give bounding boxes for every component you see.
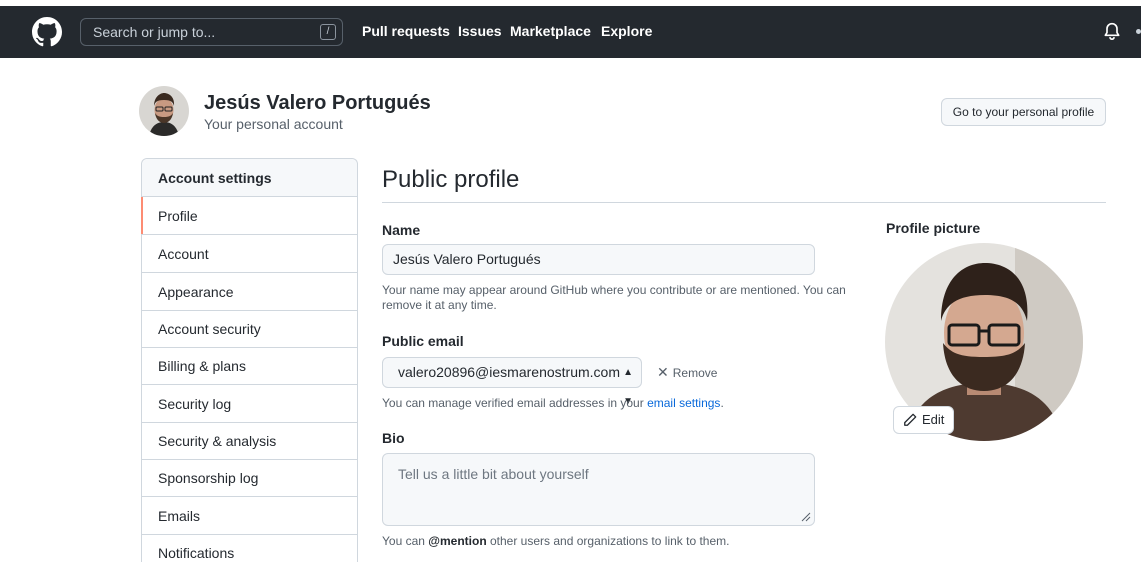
bio-label: Bio bbox=[382, 430, 405, 446]
page-title: Public profile bbox=[382, 166, 520, 193]
sidebar-item-appearance[interactable]: Appearance bbox=[142, 273, 357, 311]
sidebar-item-profile[interactable]: Profile bbox=[141, 197, 357, 235]
nav-explore[interactable]: Explore bbox=[601, 23, 652, 39]
nav-pull-requests[interactable]: Pull requests bbox=[362, 23, 450, 39]
sidebar-item-notifications[interactable]: Notifications bbox=[142, 534, 357, 562]
go-to-profile-button[interactable]: Go to your personal profile bbox=[941, 98, 1106, 126]
edit-picture-button[interactable]: Edit bbox=[893, 406, 954, 434]
edit-label: Edit bbox=[922, 412, 945, 427]
public-email-label: Public email bbox=[382, 333, 464, 349]
profile-picture-label: Profile picture bbox=[886, 220, 981, 236]
remove-label: Remove bbox=[672, 366, 718, 380]
github-logo-icon[interactable] bbox=[32, 17, 62, 47]
sidebar-item-security-log[interactable]: Security log bbox=[142, 385, 357, 423]
close-icon: ✕ bbox=[657, 364, 669, 380]
bio-placeholder: Tell us a little bit about yourself bbox=[398, 466, 589, 482]
sidebar-item-emails[interactable]: Emails bbox=[142, 497, 357, 535]
pencil-icon bbox=[904, 413, 917, 426]
remove-email-button[interactable]: ✕ Remove bbox=[657, 364, 717, 381]
public-email-select[interactable]: valero20896@iesmarenostrum.com ▲ ▼ bbox=[382, 357, 642, 407]
name-help-line-1: Your name may appear around GitHub where… bbox=[382, 283, 846, 297]
search-placeholder: Search or jump to... bbox=[93, 24, 216, 40]
title-divider bbox=[382, 202, 1106, 203]
sidebar-item-security-analysis[interactable]: Security & analysis bbox=[142, 422, 357, 460]
sidebar-item-account[interactable]: Account bbox=[142, 235, 357, 273]
sidebar-item-sponsorship-log[interactable]: Sponsorship log bbox=[142, 459, 357, 497]
nav-marketplace[interactable]: Marketplace bbox=[510, 23, 591, 39]
bio-help-text: You can @mention other users and organiz… bbox=[382, 534, 729, 549]
name-label: Name bbox=[382, 222, 421, 238]
settings-sidebar: Account settings Profile Account Appeara… bbox=[141, 158, 358, 562]
header-overflow-indicator bbox=[1136, 29, 1141, 34]
mention-keyword: @mention bbox=[428, 534, 487, 548]
user-avatar[interactable] bbox=[139, 86, 189, 136]
name-help-text: Your name may appear around GitHub where… bbox=[382, 283, 846, 313]
bell-icon[interactable] bbox=[1103, 22, 1121, 42]
public-email-value: valero20896@iesmarenostrum.com bbox=[398, 364, 620, 380]
nav-issues[interactable]: Issues bbox=[458, 23, 502, 39]
bio-textarea[interactable]: Tell us a little bit about yourself bbox=[382, 453, 815, 526]
sidebar-item-account-security[interactable]: Account security bbox=[142, 310, 357, 348]
bio-help-prefix: You can bbox=[382, 534, 425, 548]
account-name[interactable]: Jesús Valero Portugués bbox=[204, 92, 431, 115]
account-type: Your personal account bbox=[204, 116, 343, 132]
email-help-text: You can manage verified email addresses … bbox=[382, 396, 724, 411]
email-settings-link[interactable]: email settings bbox=[647, 396, 720, 410]
resize-grip-icon[interactable] bbox=[801, 512, 811, 522]
name-help-line-2: remove it at any time. bbox=[382, 298, 497, 312]
name-field[interactable]: Jesús Valero Portugués bbox=[382, 244, 815, 275]
email-help-suffix: . bbox=[720, 396, 724, 410]
global-header: Search or jump to... / Pull requests Iss… bbox=[0, 6, 1141, 58]
bio-help-suffix: other users and organizations to link to… bbox=[490, 534, 730, 548]
email-help-prefix: You can manage verified email addresses … bbox=[382, 396, 644, 410]
sidebar-item-billing[interactable]: Billing & plans bbox=[142, 347, 357, 385]
sidebar-heading: Account settings bbox=[142, 159, 357, 197]
search-input[interactable]: Search or jump to... / bbox=[80, 18, 343, 46]
search-shortcut-key: / bbox=[320, 24, 336, 40]
